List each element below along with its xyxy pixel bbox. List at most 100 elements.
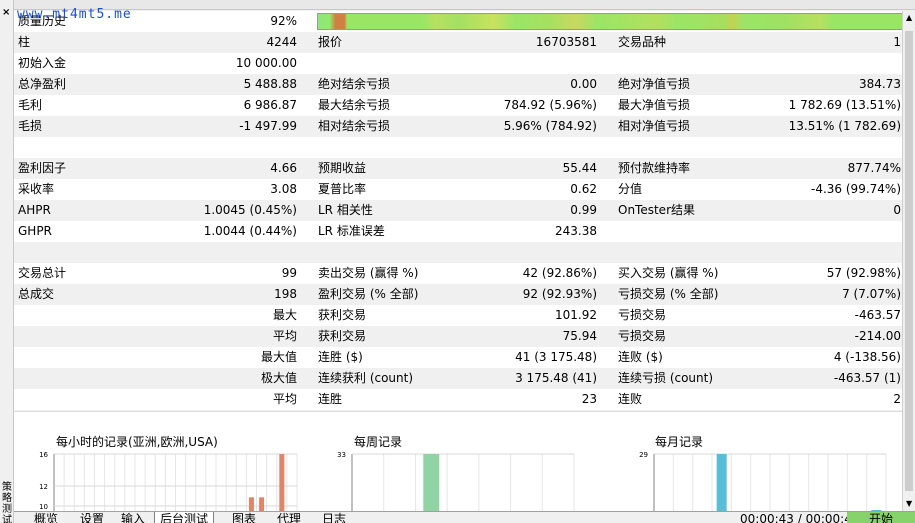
report-value: 99 xyxy=(281,266,297,280)
report-value: 2 xyxy=(893,392,901,406)
charts-area: 每小时的记录(亚洲,欧洲,USA) 每周记录 每月记录 16 12 10 33 29 xyxy=(14,411,902,512)
report-label: 分值 xyxy=(618,182,643,196)
report-value: 384.73 xyxy=(859,77,901,91)
report-row: 总成交 198 盈利交易 (% 全部) 92 (92.93%) 亏损交易 (% 全部) 7… xyxy=(14,284,902,305)
report-label: 亏损交易 (% 全部) xyxy=(618,287,719,301)
report-label: 夏普比率 xyxy=(318,182,367,196)
chart-tick-label: 10 xyxy=(39,503,48,511)
report-row: 采收率 3.08 夏普比率 0.62 分值 -4.36 (99.74%) xyxy=(14,179,902,200)
charts-svg: 16 12 10 33 29 xyxy=(39,451,887,512)
report-value: 最大 xyxy=(272,308,297,322)
report-label: OnTester结果 xyxy=(618,203,695,217)
tab-2[interactable]: 输入 xyxy=(118,512,148,523)
tab-6[interactable]: 日志 xyxy=(314,512,354,523)
top-tab-strip xyxy=(14,0,915,10)
report-row xyxy=(14,242,902,263)
vertical-scrollbar[interactable]: ▲ ▼ xyxy=(902,11,915,511)
report-row: AHPR 1.0045 (0.45%) LR 相关性 0.99 OnTester结果 0 xyxy=(14,200,902,221)
tab-4[interactable]: 图表 xyxy=(224,512,264,523)
scroll-up-icon[interactable]: ▲ xyxy=(906,13,912,22)
report-value: 1.0045 (0.45%) xyxy=(203,203,297,217)
report-value: 92 (92.93%) xyxy=(522,287,597,301)
watermark: www.mt4mt5.me xyxy=(17,7,132,22)
side-label: 策略测试 xyxy=(2,482,12,523)
chart-bar xyxy=(423,454,440,512)
report-value: 极大值 xyxy=(260,371,297,385)
report-label: 获利交易 xyxy=(318,329,367,343)
report-label: 连败 xyxy=(618,392,643,406)
report-label: 亏损交易 xyxy=(618,329,667,343)
report-label: 绝对净值亏损 xyxy=(618,77,691,91)
report-row: 最大值 连胜 ($) 41 (3 175.48) 连败 ($) 4 (-138.56) xyxy=(14,347,902,368)
report-value: 平均 xyxy=(272,392,297,406)
chart-tick-label: 16 xyxy=(39,451,48,459)
report-label: 最大净值亏损 xyxy=(618,98,691,112)
report-label: 预期收益 xyxy=(318,161,367,175)
report-label: 绝对结余亏损 xyxy=(318,77,391,91)
chart-bar xyxy=(259,497,265,512)
report-label: 卖出交易 (赢得 %) xyxy=(318,266,419,280)
report-label: 交易总计 xyxy=(18,266,67,280)
report-label: 盈利因子 xyxy=(18,161,67,175)
report-value: 10 000.00 xyxy=(235,56,297,70)
tab-3[interactable]: 后台测试 xyxy=(154,512,214,523)
close-icon[interactable]: × xyxy=(2,8,10,18)
report-value: 101.92 xyxy=(555,308,597,322)
start-button[interactable]: 开始 xyxy=(847,512,915,523)
report-value: 877.74% xyxy=(847,161,901,175)
report-row: 平均 获利交易 75.94 亏损交易 -214.00 xyxy=(14,326,902,347)
report-label: 预付款维持率 xyxy=(618,161,691,175)
report-row: 最大 获利交易 101.92 亏损交易 -463.57 xyxy=(14,305,902,326)
chart-bar xyxy=(716,454,727,512)
chart-tick-label: 33 xyxy=(337,451,346,459)
report-row xyxy=(14,137,902,158)
report-value: 5.96% (784.92) xyxy=(503,119,597,133)
report-label: AHPR xyxy=(18,203,51,217)
report-value: 23 xyxy=(581,392,597,406)
report-value: -463.57 (1) xyxy=(833,371,901,385)
report-value: 平均 xyxy=(272,329,297,343)
history-quality-bar xyxy=(317,13,903,30)
report-label: 采收率 xyxy=(18,182,55,196)
report-label: 相对结余亏损 xyxy=(318,119,391,133)
report-row: GHPR 1.0044 (0.44%) LR 标准误差 243.38 xyxy=(14,221,902,242)
report-value: 75.94 xyxy=(562,329,597,343)
tab-5[interactable]: 代理 xyxy=(270,512,308,523)
report-value: 243.38 xyxy=(555,224,597,238)
scroll-down-icon[interactable]: ▼ xyxy=(906,499,912,508)
report-label: 总成交 xyxy=(18,287,55,301)
report-value: -4.36 (99.74%) xyxy=(811,182,901,196)
report-label: 柱 xyxy=(18,35,31,49)
report-value: 42 (92.86%) xyxy=(522,266,597,280)
tab-1[interactable]: 设置 xyxy=(72,512,112,523)
report-value: 1.0044 (0.44%) xyxy=(203,224,297,238)
report-value: 4244 xyxy=(266,35,297,49)
chart-bar xyxy=(279,454,285,512)
report-value: 7 (7.07%) xyxy=(842,287,901,301)
report-value: 最大值 xyxy=(260,350,297,364)
report-value: 0 xyxy=(893,203,901,217)
elapsed-time: 00:00:43 / 00:00:43 xyxy=(740,512,860,523)
chart-bar xyxy=(248,497,254,512)
report-value: 3 175.48 (41) xyxy=(515,371,597,385)
report-label: 交易品种 xyxy=(618,35,667,49)
report-row: 毛损 -1 497.99 相对结余亏损 5.96% (784.92) 相对净值亏损 13.… xyxy=(14,116,902,137)
report-table: 质量历史 92% 柱 4244 报价 16703581 交易品种 1 初始入金 10 000.00… xyxy=(14,11,903,431)
report-label: 连续获利 (count) xyxy=(318,371,414,385)
report-label: 总净盈利 xyxy=(18,77,67,91)
report-row: 初始入金 10 000.00 xyxy=(14,53,902,74)
tab-0[interactable]: 概览 xyxy=(26,512,66,523)
report-label: 获利交易 xyxy=(318,308,367,322)
report-row: 质量历史 92% xyxy=(14,11,903,32)
report-value: 41 (3 175.48) xyxy=(515,350,597,364)
report-row: 总净盈利 5 488.88 绝对结余亏损 0.00 绝对净值亏损 384.73 xyxy=(14,74,902,95)
scroll-thumb[interactable] xyxy=(905,31,913,491)
left-panel-strip: × 策略测试 xyxy=(0,0,14,523)
report-value: 13.51% (1 782.69) xyxy=(788,119,901,133)
report-label: 连胜 xyxy=(318,392,343,406)
report-row: 交易总计 99 卖出交易 (赢得 %) 42 (92.86%) 买入交易 (赢得 %) 5… xyxy=(14,263,902,284)
report-value: 1 xyxy=(893,35,901,49)
backtest-report-window: { "window": {"close_glyph": "×", "side_l… xyxy=(0,0,915,523)
report-value: 0.00 xyxy=(570,77,597,91)
report-value: 5 488.88 xyxy=(243,77,297,91)
